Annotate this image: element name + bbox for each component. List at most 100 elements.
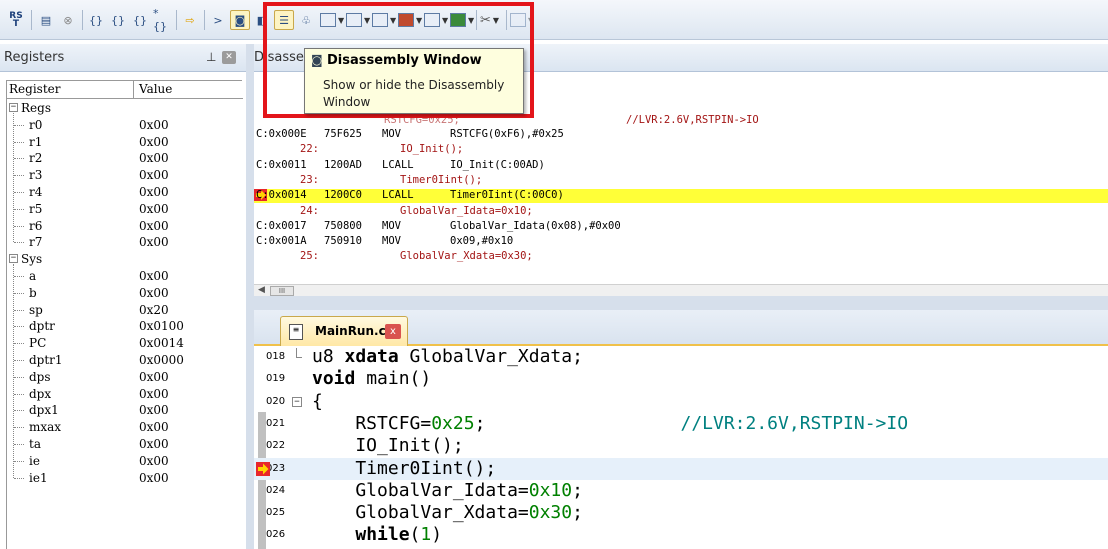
register-row[interactable]: dpx1 0x00 <box>7 402 243 419</box>
run-button[interactable]: ▤ <box>36 10 56 30</box>
register-value[interactable]: 0x00 <box>139 118 169 132</box>
register-row[interactable]: a 0x00 <box>7 268 243 285</box>
register-group-regs[interactable]: − Regs <box>7 100 243 117</box>
register-name: mxax <box>29 420 62 435</box>
stop-button[interactable]: ⊗ <box>58 10 78 30</box>
close-icon[interactable]: ✕ <box>222 51 236 64</box>
show-next-statement-button[interactable]: ⇨ <box>180 10 200 30</box>
disassembly-source-line[interactable]: 23: Timer0Iint(); <box>254 174 1108 188</box>
register-value[interactable]: 0x0000 <box>139 353 184 367</box>
code-line[interactable]: 022 IO_Init(); <box>254 435 1108 457</box>
column-header-value[interactable]: Value <box>139 82 172 96</box>
register-row[interactable]: r1 0x00 <box>7 134 243 151</box>
code-line[interactable]: 025 GlobalVar_Xdata=0x30; <box>254 502 1108 524</box>
disassembly-source-line[interactable]: 25: GlobalVar_Xdata=0x30; <box>254 250 1108 264</box>
horizontal-splitter[interactable] <box>254 296 1108 310</box>
register-row[interactable]: r2 0x00 <box>7 150 243 167</box>
code-line[interactable]: 026 while(1) <box>254 524 1108 546</box>
disassembly-instruction[interactable]: C:0x001A 750910 MOV 0x09,#0x10 <box>254 235 1108 249</box>
disassembly-instruction[interactable]: C:0x0011 1200AD LCALL IO_Init(C:00AD) <box>254 159 1108 173</box>
register-row[interactable]: r3 0x00 <box>7 167 243 184</box>
register-value[interactable]: 0x00 <box>139 269 169 283</box>
register-row[interactable]: dps 0x00 <box>7 369 243 386</box>
code-line[interactable]: 019 void main() <box>254 368 1108 390</box>
register-row[interactable]: dptr1 0x0000 <box>7 352 243 369</box>
register-row[interactable]: ie1 0x00 <box>7 470 243 487</box>
arrow-right-icon: ⇨ <box>185 13 195 27</box>
register-value[interactable]: 0x00 <box>139 202 169 216</box>
register-name: r2 <box>29 151 43 166</box>
register-value[interactable]: 0x00 <box>139 471 169 485</box>
command-window-button[interactable]: > <box>208 10 228 30</box>
register-value[interactable]: 0x00 <box>139 454 169 468</box>
tree-guide-line <box>13 264 14 478</box>
register-row[interactable]: ta 0x00 <box>7 436 243 453</box>
pin-icon[interactable]: ⊥ <box>206 50 216 64</box>
disassembly-instruction[interactable]: C:0x000E 75F625 MOV RSTCFG(0xF6),#0x25 <box>254 128 1108 142</box>
register-row[interactable]: PC 0x0014 <box>7 335 243 352</box>
column-divider[interactable] <box>133 81 134 99</box>
register-value[interactable]: 0x0014 <box>139 336 184 350</box>
register-value[interactable]: 0x00 <box>139 286 169 300</box>
register-row[interactable]: dptr 0x0100 <box>7 318 243 335</box>
scroll-thumb[interactable]: III <box>270 286 294 296</box>
register-row[interactable]: r7 0x00 <box>7 234 243 251</box>
register-group-sys[interactable]: − Sys <box>7 251 243 268</box>
register-value[interactable]: 0x00 <box>139 437 169 451</box>
instruction-address: C:0x0017 <box>256 219 307 232</box>
close-icon[interactable]: x <box>385 324 401 339</box>
register-value[interactable]: 0x00 <box>139 235 169 249</box>
source-line-number: 22: <box>300 143 319 156</box>
column-header-register[interactable]: Register <box>9 82 60 96</box>
instruction-address: C:0x001A <box>256 235 307 248</box>
register-value[interactable]: 0x00 <box>139 135 169 149</box>
run-to-cursor-button[interactable]: *{} <box>152 7 172 33</box>
register-row[interactable]: r6 0x00 <box>7 218 243 235</box>
register-value[interactable]: 0x00 <box>139 387 169 401</box>
disassembly-source-line[interactable]: 24: GlobalVar_Idata=0x10; <box>254 205 1108 219</box>
code-line[interactable]: 018 u8 xdata GlobalVar_Xdata; <box>254 346 1108 368</box>
disassembly-window-button[interactable]: ◙ <box>230 10 250 30</box>
register-value[interactable]: 0x0100 <box>139 319 184 333</box>
tab-mainrun-c[interactable]: ≡ MainRun.c x <box>280 316 408 346</box>
register-row[interactable]: dpx 0x00 <box>7 386 243 403</box>
disassembly-instruction[interactable]: C:0x0014 1200C0 LCALL Timer0Iint(C:00C0) <box>254 189 1108 204</box>
scroll-left-icon[interactable]: ◀ <box>258 285 265 295</box>
register-row[interactable]: r4 0x00 <box>7 184 243 201</box>
register-row[interactable]: r5 0x00 <box>7 201 243 218</box>
code-line[interactable]: 021 RSTCFG=0x25; //LVR:2.6V,RSTPIN->IO <box>254 413 1108 435</box>
register-value[interactable]: 0x00 <box>139 185 169 199</box>
step-into-button[interactable]: {} <box>86 10 106 30</box>
code-line[interactable]: 020−{ <box>254 391 1108 413</box>
collapse-icon[interactable]: − <box>9 103 18 112</box>
disassembly-instruction[interactable]: C:0x0017 750800 MOV GlobalVar_Idata(0x08),#… <box>254 220 1108 234</box>
register-value[interactable]: 0x20 <box>139 303 169 317</box>
code-text: IO_Init(); <box>312 435 463 456</box>
register-row[interactable]: mxax 0x00 <box>7 419 243 436</box>
register-value[interactable]: 0x00 <box>139 151 169 165</box>
register-value[interactable]: 0x00 <box>139 420 169 434</box>
line-number: 019 <box>266 373 286 385</box>
register-row[interactable]: ie 0x00 <box>7 453 243 470</box>
reset-cpu-button[interactable]: RS T <box>6 10 26 30</box>
step-over-button[interactable]: {} <box>108 10 128 30</box>
collapse-icon[interactable]: − <box>9 254 18 264</box>
source-editor[interactable]: 018 u8 xdata GlobalVar_Xdata; 019 void main… <box>254 346 1108 549</box>
tree-connector <box>14 225 24 227</box>
register-value[interactable]: 0x00 <box>139 168 169 182</box>
instruction-operands: RSTCFG(0xF6),#0x25 <box>450 128 564 140</box>
collapse-block-icon[interactable]: − <box>292 396 302 407</box>
code-token: 0x10 <box>528 479 573 501</box>
register-row[interactable]: r0 0x00 <box>7 117 243 134</box>
vertical-splitter[interactable] <box>246 44 254 549</box>
disassembly-hscrollbar[interactable]: ◀ III <box>254 284 1108 296</box>
disassembly-source-line[interactable]: 22: IO_Init(); <box>254 143 1108 157</box>
current-code-line[interactable]: 023 Timer0Iint(); <box>254 457 1108 480</box>
register-value[interactable]: 0x00 <box>139 403 169 417</box>
step-out-button[interactable]: {} <box>130 10 150 30</box>
register-row[interactable]: b 0x00 <box>7 285 243 302</box>
register-row[interactable]: sp 0x20 <box>7 302 243 319</box>
register-value[interactable]: 0x00 <box>139 370 169 384</box>
code-line[interactable]: 024 GlobalVar_Idata=0x10; <box>254 480 1108 502</box>
register-value[interactable]: 0x00 <box>139 219 169 233</box>
